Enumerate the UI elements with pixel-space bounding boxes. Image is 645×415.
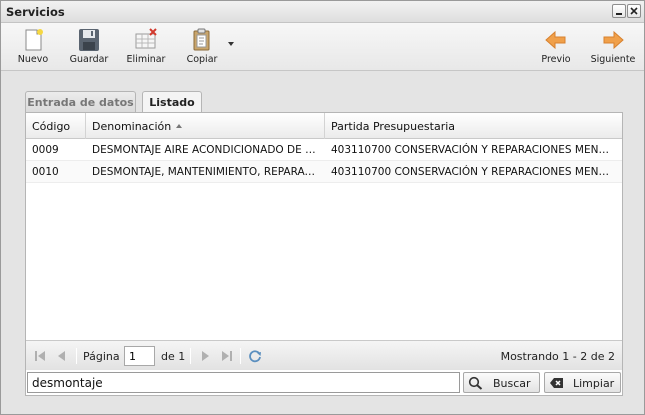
nuevo-label: Nuevo	[17, 54, 49, 65]
search-bar: Buscar Limpiar	[26, 370, 622, 395]
paging-status: Mostrando 1 - 2 de 2	[500, 350, 615, 363]
column-header-partida-presupuestaria[interactable]: Partida Presupuestaria	[325, 113, 622, 139]
search-input[interactable]	[27, 372, 460, 393]
limpiar-button[interactable]: Limpiar	[544, 372, 621, 393]
last-page-button[interactable]	[219, 348, 235, 364]
column-header-label: Código	[32, 120, 71, 133]
servicios-window: Servicios Nuevo Guardar Eliminar Copiar …	[0, 0, 645, 415]
prev-page-icon	[58, 351, 65, 361]
first-page-icon	[35, 351, 45, 361]
window-title: Servicios	[6, 5, 65, 19]
refresh-icon	[249, 350, 261, 363]
new-document-icon	[25, 29, 43, 51]
listado-panel: Código Denominación Partida Presupuestar…	[25, 112, 623, 396]
minimize-icon	[616, 13, 622, 15]
clear-backspace-icon	[550, 378, 563, 388]
buscar-button[interactable]: Buscar	[463, 372, 540, 393]
previo-button[interactable]: Previo	[528, 26, 584, 68]
column-header-label: Partida Presupuestaria	[331, 120, 456, 133]
column-header-label: Denominación	[92, 120, 172, 133]
cell-denominacion: DESMONTAJE, MANTENIMIENTO, REPARACI...	[92, 166, 325, 178]
clipboard-copy-icon	[193, 28, 210, 51]
first-page-button[interactable]	[32, 348, 48, 364]
previo-label: Previo	[541, 54, 571, 65]
next-page-button[interactable]	[197, 348, 213, 364]
arrow-right-icon	[603, 30, 624, 50]
guardar-label: Guardar	[69, 54, 109, 65]
next-page-icon	[202, 351, 209, 361]
paging-toolbar: Página de 1 Mostrando 1 - 2 de 2	[26, 340, 622, 370]
grid-header: Código Denominación Partida Presupuestar…	[26, 113, 622, 139]
pager-separator	[76, 348, 77, 364]
close-icon	[630, 7, 638, 15]
delete-table-icon	[135, 28, 157, 49]
siguiente-label: Siguiente	[590, 54, 636, 65]
tab-listado[interactable]: Listado	[142, 91, 202, 114]
minimize-button[interactable]	[612, 4, 626, 18]
prev-page-button[interactable]	[54, 348, 70, 364]
siguiente-button[interactable]: Siguiente	[585, 26, 641, 68]
arrow-left-icon	[545, 30, 566, 50]
table-row[interactable]: 0009 DESMONTAJE AIRE ACONDICIONADO DE 24…	[26, 139, 622, 161]
cell-codigo: 0009	[32, 144, 59, 156]
title-bar: Servicios	[1, 1, 644, 23]
pager-separator	[190, 348, 191, 364]
cell-codigo: 0010	[32, 166, 59, 178]
tab-entrada-de-datos[interactable]: Entrada de datos	[25, 91, 136, 113]
sort-ascending-icon	[176, 124, 183, 128]
pager-separator	[240, 348, 241, 364]
table-row[interactable]: 0010 DESMONTAJE, MANTENIMIENTO, REPARACI…	[26, 161, 622, 183]
search-icon	[468, 376, 483, 390]
grid-body[interactable]: 0009 DESMONTAJE AIRE ACONDICIONADO DE 24…	[26, 139, 622, 339]
close-button[interactable]	[627, 4, 641, 18]
page-label: Página	[83, 350, 120, 363]
limpiar-label: Limpiar	[573, 377, 615, 390]
column-header-denominacion[interactable]: Denominación	[86, 113, 325, 139]
buscar-label: Buscar	[493, 377, 531, 390]
page-count-label: de 1	[161, 350, 186, 363]
eliminar-label: Eliminar	[126, 54, 166, 65]
refresh-button[interactable]	[247, 348, 263, 364]
cell-partida: 403110700 CONSERVACIÓN Y REPARACIONES ME…	[331, 166, 617, 178]
copiar-dropdown-arrow-icon[interactable]	[228, 42, 234, 46]
eliminar-button[interactable]: Eliminar	[118, 26, 174, 68]
guardar-button[interactable]: Guardar	[61, 26, 117, 68]
page-number-input[interactable]	[124, 346, 155, 366]
toolbar: Nuevo Guardar Eliminar Copiar Previo Sig…	[1, 23, 644, 71]
last-page-icon	[222, 351, 232, 361]
column-header-codigo[interactable]: Código	[26, 113, 86, 139]
copiar-button[interactable]: Copiar	[174, 26, 230, 68]
nuevo-button[interactable]: Nuevo	[5, 26, 61, 68]
cell-partida: 403110700 CONSERVACIÓN Y REPARACIONES ME…	[331, 144, 617, 156]
save-disk-icon	[79, 29, 99, 51]
copiar-label: Copiar	[186, 54, 218, 65]
cell-denominacion: DESMONTAJE AIRE ACONDICIONADO DE 24 ...	[92, 144, 325, 156]
